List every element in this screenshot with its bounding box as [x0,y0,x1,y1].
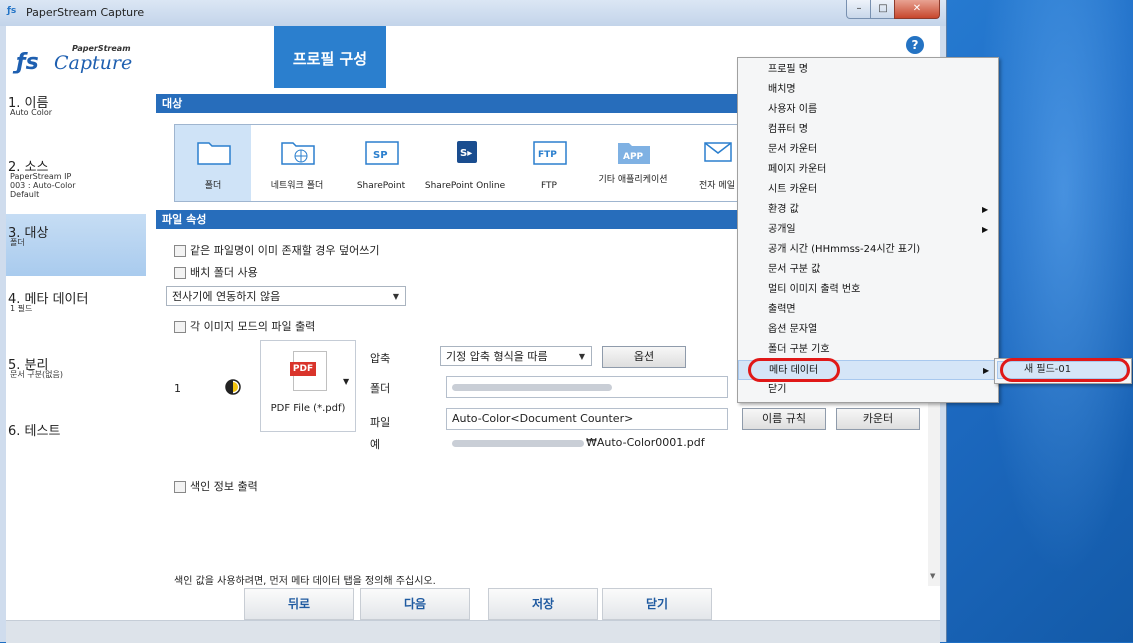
svg-text:SP: SP [373,150,388,161]
back-button[interactable]: 뒤로 [244,588,354,620]
menu-item-page-counter[interactable]: 페이지 카운터 [738,160,998,180]
folder-label: 폴더 [370,382,391,395]
menu-item-multi-image-number[interactable]: 멀티 이미지 출력 번호 [738,280,998,300]
app-icon: ƒs [7,6,17,16]
network-folder-icon [281,142,315,165]
counter-button[interactable]: 카운터 [836,408,920,430]
highlight-ring-metadata [748,358,840,382]
other-app-icon: APP [618,143,650,164]
destination-sharepoint[interactable]: SP SharePoint [343,125,419,201]
nav-step-source[interactable]: 2. 소스 PaperStream IP 003 : Auto-Color De… [6,148,146,212]
menu-item-document-counter[interactable]: 문서 카운터 [738,140,998,160]
menu-item-publish-time[interactable]: 공개 시간 (HHmmss-24시간 표기) [738,240,998,260]
window-title: PaperStream Capture [26,6,145,19]
naming-rule-button[interactable]: 이름 규칙 [742,408,826,430]
submenu-arrow-icon: ▶ [982,225,989,234]
menu-item-profile-name[interactable]: 프로필 명 [738,60,998,80]
destination-sharepoint-online[interactable]: S▸ SharePoint Online [425,125,505,201]
nav-step-metadata[interactable]: 4. 메타 데이터 1 필드 [6,284,146,344]
nav-step-separation[interactable]: 5. 분리 문서 구분(없음) [6,350,146,410]
pdf-file-icon: PDF [290,351,327,391]
highlight-ring-new-field [1000,358,1130,382]
metadata-hint: 색인 값을 사용하려면, 먼저 메타 데이터 탭을 정의해 주십시오. [174,576,436,587]
file-label: 파일 [370,416,391,429]
step-sidebar: 1. 이름 Auto Color 2. 소스 PaperStream IP 00… [6,88,147,620]
menu-item-publish-date[interactable]: 공개일 ▶ [738,220,998,240]
folder-icon [197,142,231,165]
submenu-arrow-icon: ▶ [983,366,990,375]
paperstream-logo: ƒs PaperStream Capture [16,44,133,75]
svg-text:APP: APP [623,152,644,162]
footer-buttons: 뒤로 다음 저장 닫기 [146,588,940,620]
compression-select[interactable]: 기정 압축 형식을 따름 ▼ [440,346,592,366]
menu-item-close[interactable]: 닫기 [738,380,998,400]
context-menu: 프로필 명 배치명 사용자 이름 컴퓨터 명 문서 카운터 페이지 카운터 시트… [737,57,999,403]
ftp-icon: FTP [533,141,567,165]
menu-item-environment-value[interactable]: 환경 값 ▶ [738,200,998,220]
destination-other-app[interactable]: APP 기타 애플리케이션 [595,125,671,201]
batch-folder-checkbox[interactable]: 배치 폴더 사용 [174,264,258,280]
menu-item-computer-name[interactable]: 컴퓨터 명 [738,120,998,140]
close-button[interactable]: 닫기 [602,588,712,620]
menu-item-sheet-counter[interactable]: 시트 카운터 [738,180,998,200]
next-button[interactable]: 다음 [360,588,470,620]
email-icon [704,142,732,162]
menu-item-folder-separator[interactable]: 폴더 구분 기호 [738,340,998,360]
nav-step-test[interactable]: 6. 테스트 [6,416,146,456]
sharepoint-online-icon: S▸ [457,141,477,163]
help-icon[interactable]: ? [906,36,924,54]
file-format-label: PDF File (*.pdf) [270,403,346,414]
row-index: 1 [174,382,181,395]
options-button[interactable]: 옵션 [602,346,686,368]
minimize-button[interactable]: – [846,0,872,19]
chevron-down-icon: ▼ [343,377,350,386]
menu-item-user-name[interactable]: 사용자 이름 [738,100,998,120]
compression-label: 압축 [370,352,391,365]
svg-text:FTP: FTP [538,150,557,160]
file-name-field[interactable]: Auto-Color<Document Counter> [446,408,728,430]
folder-path-field[interactable] [446,376,728,398]
sharepoint-icon: SP [365,141,399,165]
scanner-link-select[interactable]: 전사기에 연동하지 않음 ▼ [166,286,406,306]
submenu-arrow-icon: ▶ [982,205,989,214]
save-button[interactable]: 저장 [488,588,598,620]
svg-text:S▸: S▸ [460,148,472,159]
status-bar [6,620,940,643]
destination-folder[interactable]: 폴더 [175,125,251,201]
nav-step-name[interactable]: 1. 이름 Auto Color [6,88,146,148]
index-output-checkbox[interactable]: 색인 정보 출력 [174,478,258,494]
color-mode-icon[interactable] [224,378,242,396]
menu-item-document-separator-value[interactable]: 문서 구분 값 [738,260,998,280]
example-path: ₩Auto-Color0001.pdf [452,436,705,449]
example-label: 예 [370,438,381,451]
menu-item-option-string[interactable]: 옵션 문자열 [738,320,998,340]
destination-ftp[interactable]: FTP FTP [511,125,587,201]
close-window-button[interactable]: ✕ [894,0,940,19]
file-format-selector[interactable]: PDF ▼ PDF File (*.pdf) [260,340,356,432]
menu-item-output-side[interactable]: 출력면 [738,300,998,320]
maximize-button[interactable]: □ [870,0,896,19]
title-bar: ƒs PaperStream Capture – □ ✕ [0,0,946,26]
scroll-down-icon[interactable]: ▼ [930,572,935,580]
tab-profile-config[interactable]: 프로필 구성 [274,26,386,88]
nav-step-destination[interactable]: 3. 대상 폴더 [6,214,146,276]
menu-item-batch-name[interactable]: 배치명 [738,80,998,100]
per-mode-output-checkbox[interactable]: 각 이미지 모드의 파일 출력 [174,318,315,334]
overwrite-checkbox[interactable]: 같은 파일명이 이미 존재할 경우 덮어쓰기 [174,242,380,258]
destination-network-folder[interactable]: 네트워크 폴더 [259,125,335,201]
